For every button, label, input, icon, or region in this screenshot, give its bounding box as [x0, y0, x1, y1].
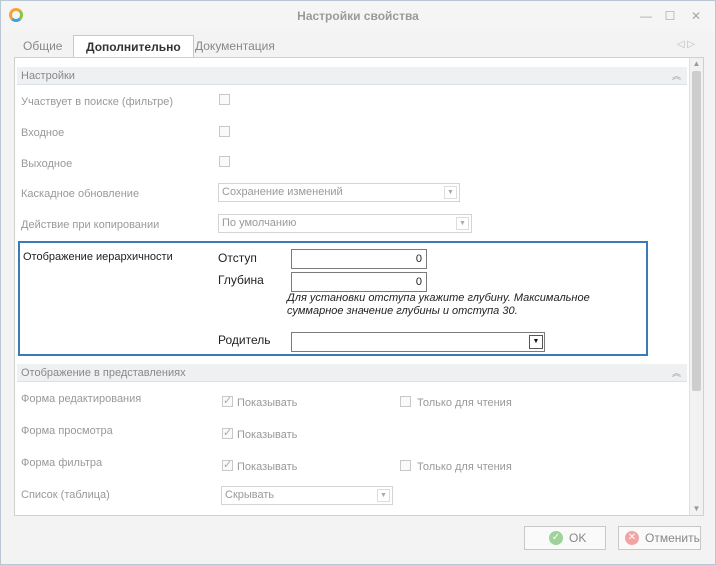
tab-advanced[interactable]: Дополнительно: [73, 35, 194, 59]
indent-label: Отступ: [218, 251, 257, 265]
tab-scroll-arrows-icon[interactable]: ◁ ▷: [677, 39, 695, 50]
property-settings-window: Настройки свойства — ☐ ✕ Общие Дополните…: [0, 0, 716, 565]
filter-form-label: Форма фильтра: [21, 457, 103, 469]
vertical-scrollbar[interactable]: ▲ ▼: [689, 58, 703, 515]
tab-general[interactable]: Общие: [11, 35, 74, 57]
tab-bar: Общие Дополнительно Документация ◁ ▷: [11, 35, 701, 59]
cascade-update-value: Сохранение изменений: [222, 186, 343, 198]
views-section-header[interactable]: Отображение в представлениях ︽: [17, 364, 687, 382]
depth-label: Глубина: [218, 273, 264, 287]
edit-form-show-checkbox[interactable]: [222, 394, 233, 407]
minimize-icon[interactable]: —: [639, 9, 653, 23]
check-icon: ✓: [549, 531, 563, 545]
list-table-label: Список (таблица): [21, 489, 110, 501]
scroll-down-icon[interactable]: ▼: [690, 503, 703, 515]
close-icon[interactable]: ✕: [689, 9, 703, 23]
copy-action-label: Действие при копировании: [21, 219, 160, 231]
maximize-icon[interactable]: ☐: [663, 9, 677, 23]
filter-form-readonly-label: Только для чтения: [417, 461, 512, 473]
view-form-label: Форма просмотра: [21, 425, 113, 437]
edit-form-readonly-checkbox[interactable]: [400, 396, 411, 407]
ok-button[interactable]: ✓ OK: [524, 526, 606, 550]
filter-form-show-checkbox[interactable]: [222, 458, 233, 471]
input-label: Входное: [21, 127, 65, 139]
chevron-down-icon[interactable]: ▼: [529, 335, 543, 349]
output-checkbox[interactable]: [219, 156, 230, 167]
parent-label: Родитель: [218, 333, 271, 347]
list-table-select[interactable]: Скрывать ▼: [221, 486, 393, 505]
edit-form-readonly-label: Только для чтения: [417, 397, 512, 409]
title-bar: Настройки свойства — ☐ ✕: [1, 1, 715, 31]
indent-input[interactable]: 0: [291, 249, 427, 269]
cancel-button-label: Отменить: [645, 531, 700, 545]
filter-form-show-label: Показывать: [237, 461, 298, 473]
view-form-show-label: Показывать: [237, 429, 298, 441]
cascade-update-select[interactable]: Сохранение изменений ▼: [218, 183, 460, 202]
tab-documentation[interactable]: Документация: [183, 35, 287, 57]
collapse-up-icon[interactable]: ︽: [672, 67, 681, 85]
scroll-up-icon[interactable]: ▲: [690, 58, 703, 70]
advanced-panel: Настройки ︽ Участвует в поиске (фильтре)…: [14, 57, 704, 516]
views-section-title: Отображение в представлениях: [21, 367, 186, 379]
search-filter-checkbox[interactable]: [219, 94, 230, 105]
depth-input[interactable]: 0: [291, 272, 427, 292]
collapse-up-icon[interactable]: ︽: [672, 364, 681, 382]
input-checkbox[interactable]: [219, 126, 230, 137]
settings-section-title: Настройки: [21, 70, 75, 82]
chevron-down-icon[interactable]: ▼: [377, 489, 390, 502]
cancel-button[interactable]: ✕ Отменить: [618, 526, 701, 550]
hierarchy-label: Отображение иерархичности: [23, 251, 173, 263]
cascade-update-label: Каскадное обновление: [21, 188, 140, 200]
filter-form-readonly-checkbox[interactable]: [400, 460, 411, 471]
scrollbar-thumb[interactable]: [692, 71, 701, 391]
cancel-icon: ✕: [625, 531, 639, 545]
parent-select[interactable]: ▼: [291, 332, 545, 352]
copy-action-value: По умолчанию: [222, 217, 297, 229]
output-label: Выходное: [21, 158, 73, 170]
ok-button-label: OK: [569, 531, 587, 545]
window-title: Настройки свойства: [297, 9, 419, 23]
chevron-down-icon[interactable]: ▼: [456, 217, 469, 230]
edit-form-label: Форма редактирования: [21, 393, 142, 405]
search-filter-label: Участвует в поиске (фильтре): [21, 96, 174, 108]
list-table-value: Скрывать: [225, 489, 275, 501]
copy-action-select[interactable]: По умолчанию ▼: [218, 214, 472, 233]
view-form-show-checkbox[interactable]: [222, 426, 233, 439]
settings-section-header[interactable]: Настройки ︽: [17, 67, 687, 85]
edit-form-show-label: Показывать: [237, 397, 298, 409]
depth-hint-text: Для установки отступа укажите глубину. М…: [287, 292, 590, 317]
chevron-down-icon[interactable]: ▼: [444, 186, 457, 199]
